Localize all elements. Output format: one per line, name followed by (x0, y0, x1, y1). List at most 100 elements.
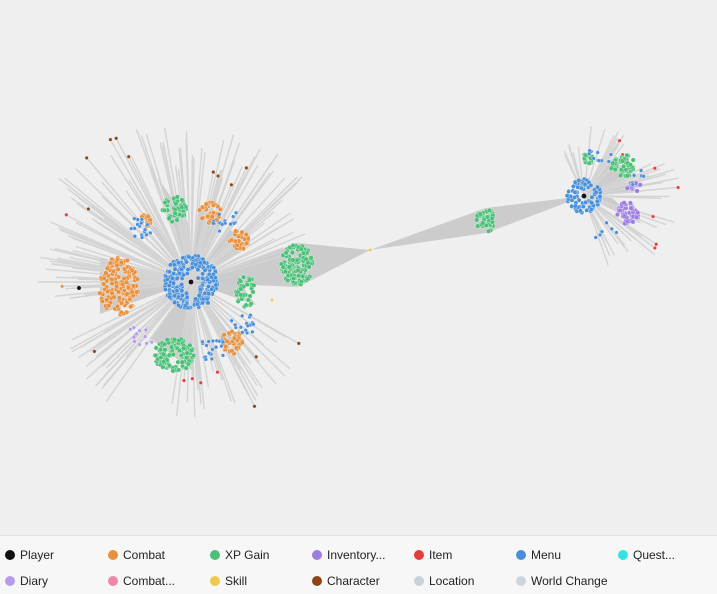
legend-item[interactable]: Character (312, 572, 380, 590)
legend-item[interactable]: Menu (516, 546, 561, 564)
event-node (105, 265, 110, 271)
legend-color-swatch (312, 576, 322, 586)
event-node (627, 200, 633, 206)
event-node (229, 237, 235, 243)
legend-item[interactable]: Diary (5, 572, 48, 590)
event-node (135, 222, 140, 227)
legend-color-swatch (516, 550, 526, 560)
menu-node (211, 265, 217, 270)
event-node (118, 260, 124, 266)
menu-node (583, 200, 588, 205)
menu-node (195, 267, 201, 272)
legend-item[interactable]: XP Gain (210, 546, 269, 564)
event-node (637, 182, 643, 188)
event-node (608, 152, 614, 157)
event-node (290, 243, 296, 249)
event-node (591, 156, 596, 161)
event-node (116, 274, 122, 280)
legend-item[interactable]: Location (414, 572, 474, 590)
legend-item[interactable]: Skill (210, 572, 247, 590)
legend: Player Combat XP Gain Inventory... Item Menu Q… (0, 535, 717, 594)
event-node (289, 250, 295, 256)
legend-item[interactable]: Item (414, 546, 452, 564)
menu-node (578, 208, 583, 214)
menu-node (166, 283, 172, 288)
legend-item[interactable]: Inventory... (312, 546, 385, 564)
event-graph-canvas[interactable] (0, 0, 717, 535)
event-node (627, 162, 633, 168)
event-node (164, 337, 170, 343)
menu-node (589, 194, 595, 200)
event-node (220, 222, 225, 227)
menu-node (572, 195, 577, 200)
event-node (234, 210, 239, 215)
menu-node (181, 272, 186, 278)
player-node (76, 285, 82, 291)
event-node (283, 269, 288, 275)
event-node (630, 182, 635, 187)
menu-node (564, 193, 570, 199)
menu-node (179, 288, 185, 294)
leaf-node (92, 349, 97, 354)
leaf-node (652, 246, 657, 250)
event-node (244, 330, 250, 335)
event-node (283, 250, 289, 256)
menu-node (174, 276, 180, 281)
event-node (103, 270, 109, 276)
menu-node (177, 270, 182, 276)
event-node (106, 303, 112, 309)
event-node (177, 212, 183, 218)
bridge-node (368, 248, 372, 252)
menu-node (582, 182, 588, 187)
leaf-node (108, 137, 113, 142)
legend-item[interactable]: Combat... (108, 572, 175, 590)
legend-item[interactable]: World Change (516, 572, 608, 590)
event-node (134, 276, 140, 282)
legend-item[interactable]: Player (5, 546, 54, 564)
event-node (291, 276, 297, 281)
legend-color-swatch (414, 576, 424, 586)
event-node (612, 167, 618, 172)
leaf-node (211, 170, 216, 175)
event-node (205, 213, 211, 219)
event-node (108, 260, 113, 266)
event-node (129, 226, 134, 231)
event-node (244, 240, 250, 246)
event-node (221, 332, 227, 338)
event-node (220, 353, 226, 358)
event-node (210, 338, 215, 344)
legend-color-swatch (210, 576, 220, 586)
menu-node (184, 259, 189, 265)
event-node (161, 207, 167, 213)
menu-node (171, 271, 177, 276)
menu-node (184, 294, 190, 300)
leaf-node (190, 376, 195, 381)
leaf-node (244, 165, 249, 170)
event-node (614, 230, 619, 235)
event-node (118, 309, 124, 315)
menu-node (197, 287, 203, 292)
event-node (232, 221, 237, 226)
menu-node (172, 266, 178, 272)
player-node (581, 193, 587, 199)
legend-label: Inventory... (327, 548, 386, 562)
event-node (131, 335, 136, 340)
bridge-node (270, 298, 274, 302)
event-node (233, 228, 239, 234)
legend-item[interactable]: Combat (108, 546, 165, 564)
event-node (248, 313, 253, 318)
event-node (247, 277, 252, 283)
event-node (139, 217, 144, 222)
menu-node (566, 189, 572, 194)
legend-item[interactable]: Quest... (618, 546, 675, 564)
event-node (301, 250, 307, 256)
event-node (124, 279, 129, 285)
event-node (173, 201, 179, 207)
leaf-node (84, 155, 89, 160)
event-node (172, 210, 178, 216)
event-node (166, 215, 172, 221)
event-node (137, 342, 142, 347)
event-node (148, 230, 153, 235)
event-node (233, 322, 238, 327)
leaf-node (86, 207, 91, 211)
